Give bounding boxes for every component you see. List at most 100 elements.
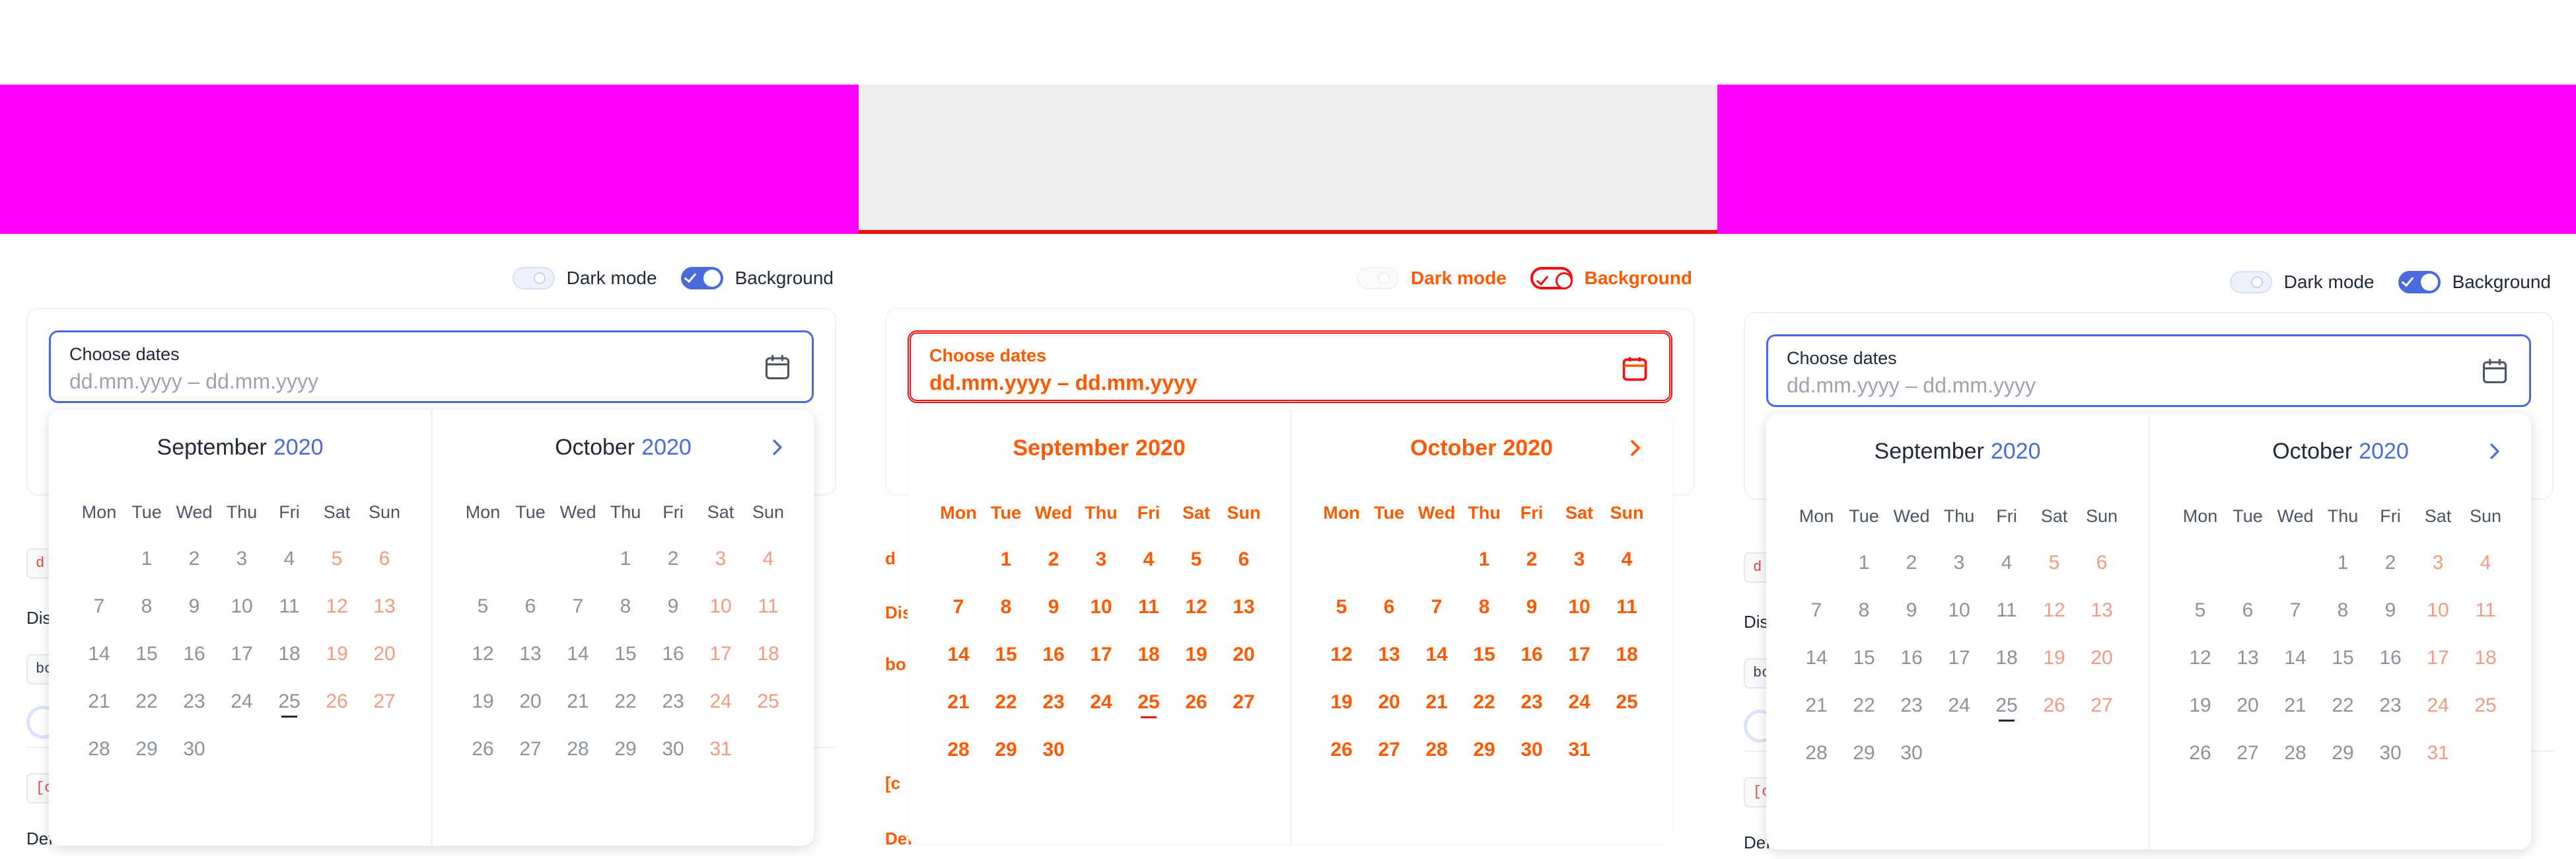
- day-cell[interactable]: 19: [1318, 679, 1365, 726]
- day-cell[interactable]: 11: [1125, 583, 1172, 631]
- day-cell[interactable]: 21: [2272, 682, 2319, 729]
- day-cell[interactable]: 27: [2078, 682, 2126, 729]
- day-cell[interactable]: 3: [1077, 536, 1125, 583]
- day-cell[interactable]: 29: [2319, 729, 2367, 777]
- day-cell[interactable]: 9: [649, 583, 697, 630]
- day-cell[interactable]: 4: [1603, 536, 1651, 583]
- day-cell[interactable]: 26: [313, 678, 361, 726]
- day-cell[interactable]: 20: [507, 678, 554, 726]
- day-cell[interactable]: 3: [697, 535, 744, 583]
- day-cell[interactable]: 11: [744, 583, 792, 630]
- dark-mode-toggle[interactable]: Dark mode: [2229, 271, 2375, 293]
- day-cell[interactable]: 27: [1220, 679, 1268, 726]
- day-cell[interactable]: 3: [218, 535, 266, 583]
- day-cell[interactable]: 17: [2414, 634, 2462, 682]
- day-cell[interactable]: 22: [123, 678, 170, 726]
- day-cell[interactable]: 8: [1840, 587, 1888, 634]
- day-cell[interactable]: 18: [1983, 634, 2030, 682]
- background-toggle[interactable]: Background: [680, 267, 834, 289]
- day-cell[interactable]: 27: [2224, 729, 2272, 777]
- day-cell[interactable]: 6: [361, 535, 408, 583]
- day-cell[interactable]: 22: [2319, 682, 2367, 729]
- day-cell[interactable]: 1: [123, 535, 170, 583]
- day-cell[interactable]: 20: [1220, 631, 1268, 679]
- day-cell[interactable]: 4: [744, 535, 792, 583]
- day-cell[interactable]: 23: [1030, 679, 1077, 726]
- day-cell[interactable]: 31: [697, 726, 744, 773]
- day-cell[interactable]: 27: [1365, 726, 1413, 774]
- day-cell[interactable]: 25: [2462, 682, 2509, 729]
- switch-on-icon[interactable]: [1530, 267, 1573, 289]
- day-cell[interactable]: 8: [1460, 583, 1508, 631]
- day-cell[interactable]: 26: [2176, 729, 2224, 777]
- day-cell[interactable]: 16: [1508, 631, 1556, 679]
- day-cell[interactable]: 30: [1508, 726, 1556, 774]
- day-cell[interactable]: 24: [2414, 682, 2462, 729]
- day-cell[interactable]: 8: [2319, 587, 2367, 634]
- date-range-input[interactable]: Choose dates: [1766, 334, 2531, 407]
- day-cell[interactable]: 26: [1318, 726, 1365, 774]
- day-cell[interactable]: 23: [170, 678, 218, 726]
- day-cell[interactable]: 5: [459, 583, 507, 630]
- day-cell[interactable]: 9: [170, 583, 218, 630]
- day-cell[interactable]: 6: [1220, 536, 1268, 583]
- day-cell[interactable]: 8: [123, 583, 170, 630]
- day-cell[interactable]: 24: [1556, 679, 1603, 726]
- day-cell[interactable]: 12: [2176, 634, 2224, 682]
- day-cell[interactable]: 21: [75, 678, 123, 726]
- date-range-input[interactable]: Choose dates: [908, 330, 1672, 403]
- day-cell[interactable]: 6: [2224, 587, 2272, 634]
- day-cell[interactable]: 21: [1413, 679, 1460, 726]
- day-cell[interactable]: 20: [1365, 679, 1413, 726]
- day-cell[interactable]: 25: [1603, 679, 1651, 726]
- day-cell[interactable]: 1: [1460, 536, 1508, 583]
- day-cell[interactable]: 7: [2272, 587, 2319, 634]
- day-cell[interactable]: 16: [649, 630, 697, 678]
- day-cell[interactable]: 9: [1508, 583, 1556, 631]
- day-cell[interactable]: 10: [697, 583, 744, 630]
- day-cell[interactable]: 26: [1172, 679, 1220, 726]
- day-cell[interactable]: 18: [744, 630, 792, 678]
- day-cell[interactable]: 25: [1125, 679, 1172, 726]
- day-cell[interactable]: 26: [2030, 682, 2078, 729]
- day-cell[interactable]: 16: [1030, 631, 1077, 679]
- day-cell[interactable]: 25: [266, 678, 313, 726]
- day-cell[interactable]: 19: [2030, 634, 2078, 682]
- day-cell[interactable]: 6: [1365, 583, 1413, 631]
- day-cell[interactable]: 18: [1603, 631, 1651, 679]
- day-cell[interactable]: 5: [313, 535, 361, 583]
- day-cell[interactable]: 1: [1840, 539, 1888, 587]
- chevron-right-icon[interactable]: [2485, 441, 2505, 461]
- day-cell[interactable]: 20: [361, 630, 408, 678]
- day-cell[interactable]: 6: [2078, 539, 2126, 587]
- switch-on-icon[interactable]: [680, 267, 723, 289]
- day-cell[interactable]: 15: [1840, 634, 1888, 682]
- day-cell[interactable]: 22: [1460, 679, 1508, 726]
- day-cell[interactable]: 13: [507, 630, 554, 678]
- day-cell[interactable]: 4: [1983, 539, 2030, 587]
- day-cell[interactable]: 2: [2367, 539, 2414, 587]
- day-cell[interactable]: 2: [649, 535, 697, 583]
- day-cell[interactable]: 27: [507, 726, 554, 773]
- day-cell[interactable]: 15: [982, 631, 1030, 679]
- month-year[interactable]: 2020: [273, 435, 324, 460]
- day-cell[interactable]: 21: [554, 678, 602, 726]
- day-cell[interactable]: 25: [1983, 682, 2030, 729]
- day-cell[interactable]: 11: [1983, 587, 2030, 634]
- month-year[interactable]: 2020: [1991, 439, 2041, 464]
- day-cell[interactable]: 22: [982, 679, 1030, 726]
- day-cell[interactable]: 2: [1888, 539, 1935, 587]
- month-year[interactable]: 2020: [1503, 435, 1553, 461]
- day-cell[interactable]: 17: [1077, 631, 1125, 679]
- day-cell[interactable]: 30: [1888, 729, 1935, 777]
- date-range-field[interactable]: [929, 369, 1524, 396]
- dark-mode-toggle[interactable]: Dark mode: [512, 267, 657, 289]
- day-cell[interactable]: 28: [935, 726, 982, 774]
- calendar-icon[interactable]: [763, 352, 792, 383]
- day-cell[interactable]: 3: [1935, 539, 1983, 587]
- day-cell[interactable]: 3: [1556, 536, 1603, 583]
- day-cell[interactable]: 20: [2078, 634, 2126, 682]
- month-year[interactable]: 2020: [1135, 435, 1186, 461]
- day-cell[interactable]: 17: [218, 630, 266, 678]
- background-toggle[interactable]: Background: [1530, 267, 1692, 289]
